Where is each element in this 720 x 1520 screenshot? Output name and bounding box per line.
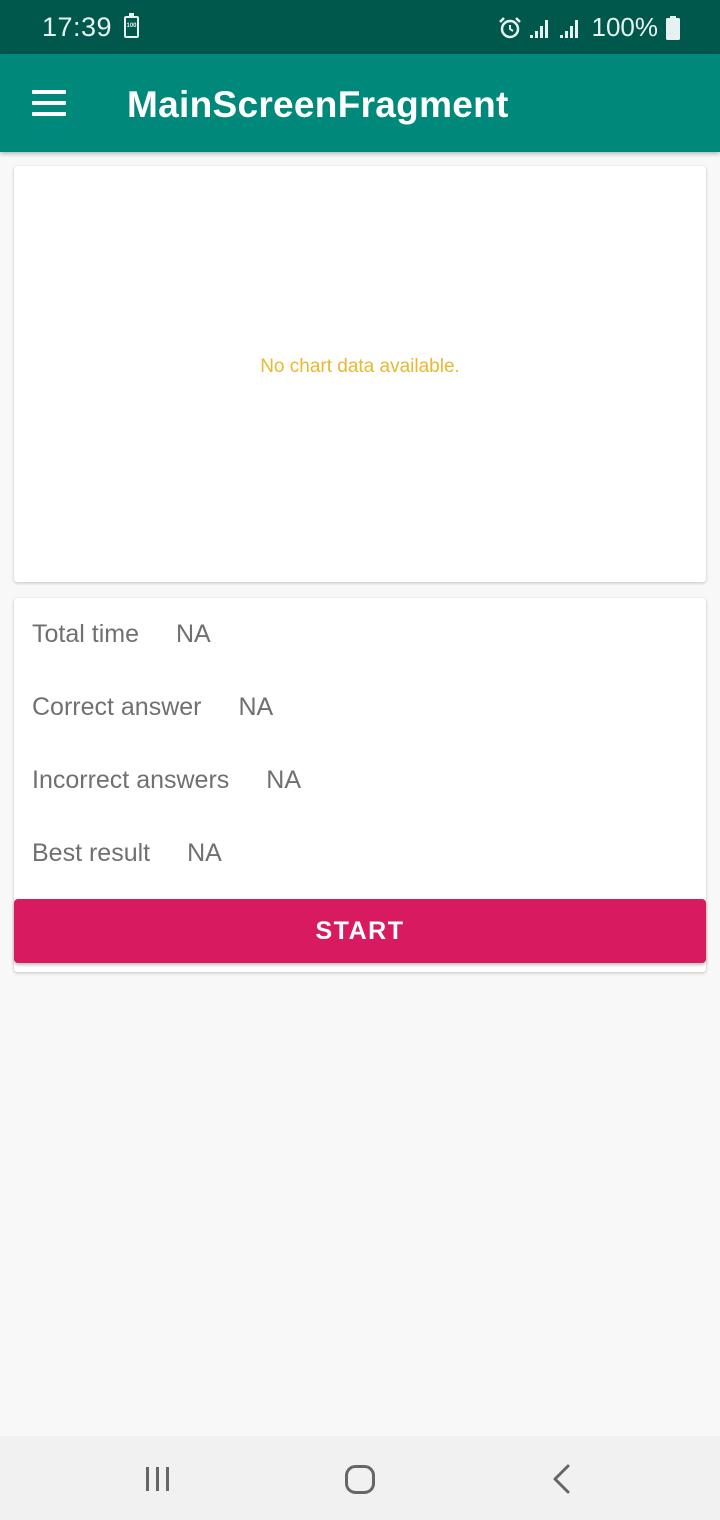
stat-value: NA — [187, 839, 222, 867]
stat-label: Total time — [32, 620, 139, 648]
chart-card: No chart data available. — [14, 166, 706, 582]
battery-icon — [666, 15, 680, 40]
stats-card: Total time NA Correct answer NA Incorrec… — [14, 598, 706, 972]
status-icons: 100% — [498, 12, 680, 43]
menu-icon[interactable] — [32, 90, 66, 116]
home-icon[interactable] — [300, 1436, 420, 1520]
navigation-bar — [0, 1436, 720, 1520]
battery-saver-icon: 100 — [124, 13, 139, 38]
stat-row-incorrect-answers: Incorrect answers NA — [32, 766, 301, 795]
app-bar: MainScreenFragment — [0, 54, 720, 152]
start-button[interactable]: START — [14, 899, 706, 963]
signal-icon — [529, 17, 552, 39]
back-icon[interactable] — [502, 1436, 622, 1520]
stat-label: Correct answer — [32, 693, 202, 721]
stat-row-total-time: Total time NA — [32, 620, 211, 649]
stat-value: NA — [266, 766, 302, 794]
recents-icon[interactable] — [98, 1436, 218, 1520]
signal-icon-2 — [559, 17, 582, 39]
stat-value: NA — [238, 693, 274, 721]
stat-row-correct-answer: Correct answer NA — [32, 693, 273, 722]
alarm-icon — [498, 16, 522, 40]
stat-value: NA — [175, 620, 211, 648]
stat-label: Incorrect answers — [32, 766, 230, 794]
chart-empty-message: No chart data available. — [260, 356, 460, 377]
status-bar: 17:39 100 100% — [0, 0, 720, 54]
battery-percent: 100% — [591, 12, 659, 42]
page-title: MainScreenFragment — [127, 84, 509, 125]
stat-row-best-result: Best result NA — [32, 839, 222, 868]
stat-label: Best result — [32, 839, 151, 867]
status-time: 17:39 — [42, 12, 113, 42]
battery-saver-label: 100 — [126, 23, 137, 29]
